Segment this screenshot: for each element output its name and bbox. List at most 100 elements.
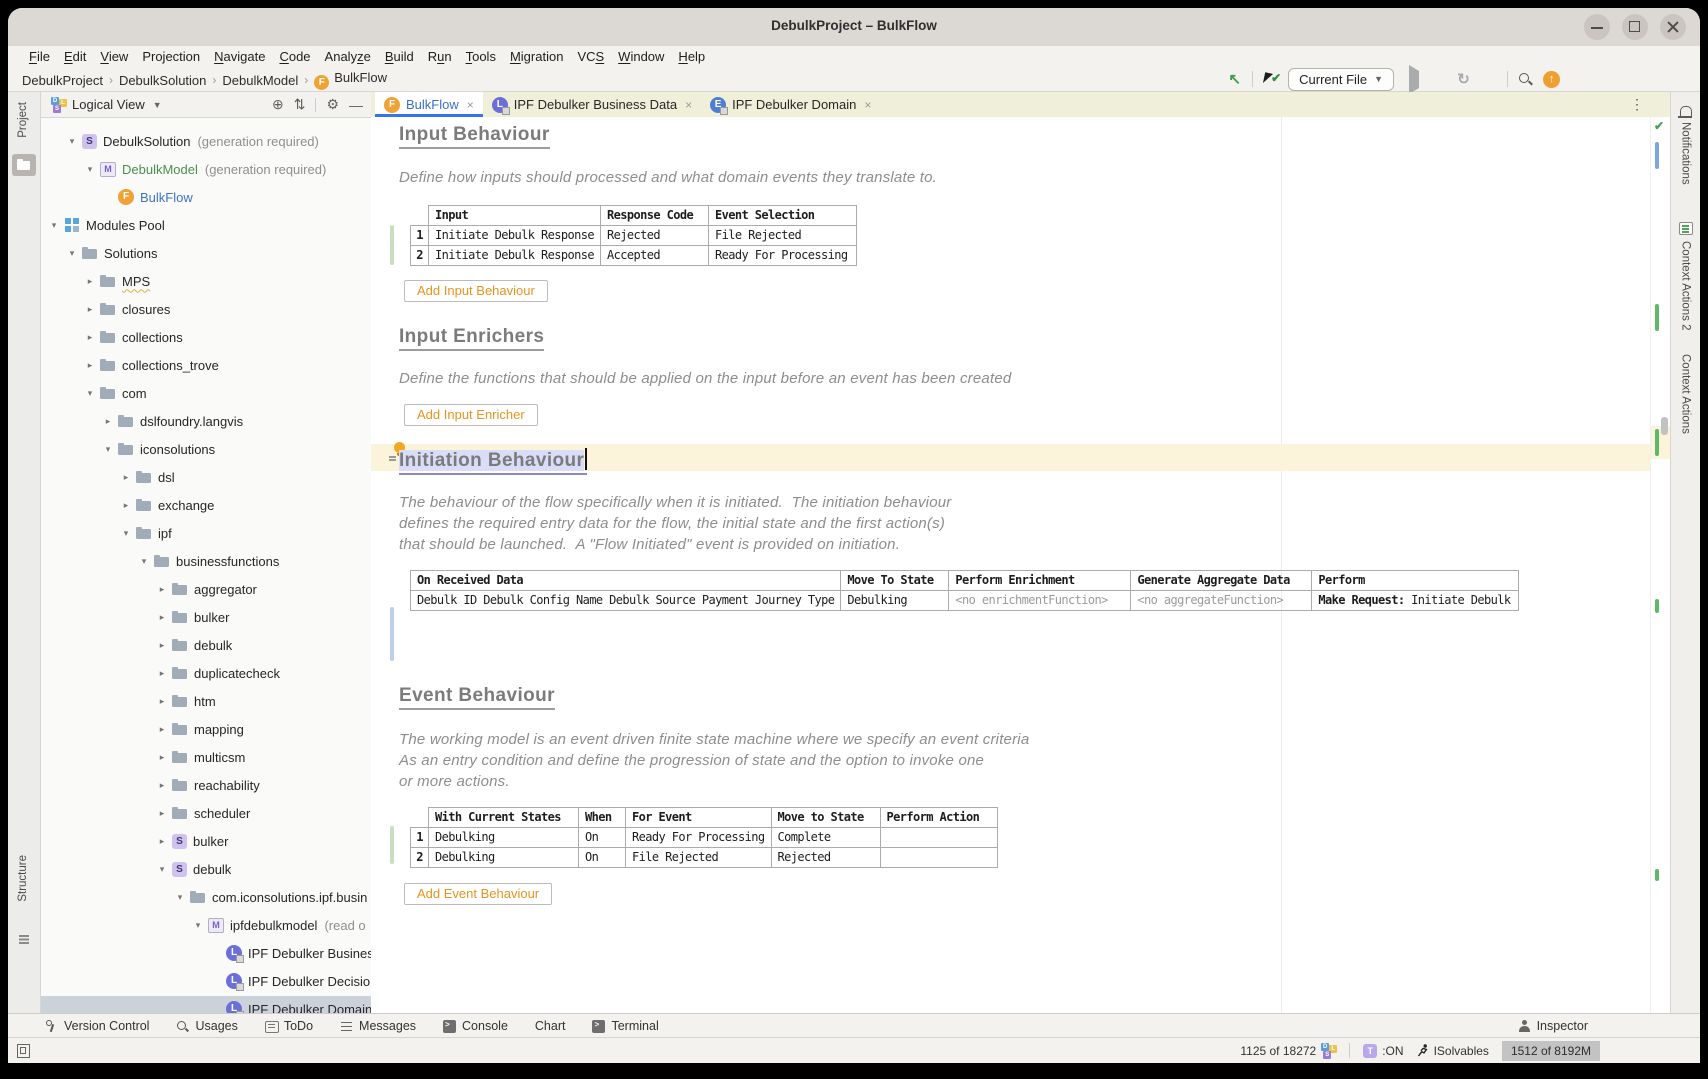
chevron-right-icon[interactable]: ▸ — [156, 836, 168, 847]
table-cell[interactable]: File Rejected — [626, 848, 772, 868]
view-selector[interactable]: Logical View — [72, 97, 145, 112]
menu-help[interactable]: Help — [671, 49, 712, 64]
tree-item-debulk[interactable]: ▾Sdebulk — [41, 856, 371, 882]
rerun-button[interactable]: ↻ — [1455, 71, 1472, 88]
locate-icon[interactable]: ⊕ — [272, 96, 284, 113]
toolwindow-todo[interactable]: ToDo — [265, 1019, 313, 1033]
cell-move-to-state[interactable]: Debulking — [841, 591, 949, 611]
chevron-down-icon[interactable]: ▾ — [84, 388, 96, 399]
editor-tab-ipf-debulker-business-data[interactable]: LIPF Debulker Business Data× — [483, 92, 701, 117]
menu-code[interactable]: Code — [272, 49, 317, 64]
tree-item-aggregator[interactable]: ▸aggregator — [41, 576, 371, 602]
chevron-down-icon[interactable]: ▾ — [174, 892, 186, 903]
menu-file[interactable]: File — [22, 49, 57, 64]
run-button[interactable] — [1403, 71, 1420, 88]
status-window-icon[interactable] — [17, 1044, 30, 1058]
tree-item-dsl[interactable]: ▸dsl — [41, 464, 371, 490]
project-tool-button[interactable] — [12, 154, 36, 176]
tree-item-closures[interactable]: ▸closures — [41, 296, 371, 322]
tree-item-ipf-debulker-domain[interactable]: LIPF Debulker Domain — [41, 996, 371, 1013]
table-cell[interactable]: Ready For Processing — [709, 246, 857, 266]
column-header-for-event[interactable]: For Event — [626, 808, 772, 828]
chevron-down-icon[interactable]: ▾ — [138, 556, 150, 567]
editor-tab-bulkflow[interactable]: FBulkFlow× — [375, 92, 483, 117]
editor-tab-ipf-debulker-domain[interactable]: EIPF Debulker Domain× — [701, 92, 880, 117]
column-header-perform-action[interactable]: Perform Action — [880, 808, 997, 828]
caret-position-widget[interactable]: 1125 of 18272 DLS — [1240, 1043, 1336, 1058]
tree-item-duplicatecheck[interactable]: ▸duplicatecheck — [41, 660, 371, 686]
tree-item-scheduler[interactable]: ▸scheduler — [41, 800, 371, 826]
menu-tools[interactable]: Tools — [459, 49, 503, 64]
tree-item-ipf[interactable]: ▾ipf — [41, 520, 371, 546]
chevron-down-icon[interactable]: ▾ — [84, 164, 96, 175]
close-button[interactable] — [1660, 14, 1686, 40]
editor-scrollbar[interactable]: ✔ — [1650, 117, 1670, 1013]
tree-item-debulksolution[interactable]: ▾SDebulkSolution(generation required) — [41, 128, 371, 154]
table-cell[interactable]: On — [579, 848, 626, 868]
kebab-menu-icon[interactable]: ⋮ — [1630, 96, 1644, 113]
cell-perform-enrichment[interactable]: <no enrichmentFunction> — [949, 591, 1131, 611]
collapse-all-icon[interactable]: ⇅ — [294, 96, 306, 113]
tab-close-icon[interactable]: × — [467, 98, 474, 112]
menu-run[interactable]: Run — [421, 49, 459, 64]
table-cell[interactable]: Initiate Debulk Response — [429, 246, 601, 266]
solvables-widget[interactable]: ISolvables — [1417, 1044, 1489, 1058]
tree-item-mps[interactable]: ▸MPS — [41, 268, 371, 294]
chevron-down-icon[interactable]: ▼ — [153, 100, 162, 110]
table-cell[interactable]: Rejected — [601, 226, 709, 246]
chevron-down-icon[interactable]: ▾ — [192, 920, 204, 931]
tree-item-ipf-debulker-decisions[interactable]: LIPF Debulker Decisions — [41, 968, 371, 994]
toolwindow-usages[interactable]: Usages — [176, 1019, 237, 1033]
column-header-perform-enrichment[interactable]: Perform Enrichment — [949, 571, 1131, 591]
tree-item-ipfdebulkmodel[interactable]: ▾Mipfdebulkmodel(read o — [41, 912, 371, 938]
tab-close-icon[interactable]: × — [685, 98, 692, 112]
chevron-down-icon[interactable]: ▾ — [66, 136, 78, 147]
menu-migration[interactable]: Migration — [503, 49, 570, 64]
tool-stripe-context-actions-2[interactable]: Context Actions 2 — [1671, 222, 1700, 331]
chevron-right-icon[interactable]: ▸ — [84, 360, 96, 371]
menu-window[interactable]: Window — [611, 49, 671, 64]
column-header-event-selection[interactable]: Event Selection — [709, 206, 857, 226]
column-header-response-code[interactable]: Response Code — [601, 206, 709, 226]
run-config-selector[interactable]: Current File ▼ — [1288, 68, 1394, 91]
table-cell[interactable]: Initiate Debulk Response — [429, 226, 601, 246]
add-event-behaviour-button[interactable]: Add Event Behaviour — [404, 883, 552, 905]
table-cell[interactable]: Ready For Processing — [626, 828, 772, 848]
chevron-right-icon[interactable]: ▸ — [120, 472, 132, 483]
chevron-right-icon[interactable]: ▸ — [156, 780, 168, 791]
tree-item-multicsm[interactable]: ▸multicsm — [41, 744, 371, 770]
menu-analyze[interactable]: Analyze — [318, 49, 378, 64]
memory-indicator[interactable]: 1512 of 8192M — [1502, 1041, 1600, 1061]
chevron-right-icon[interactable]: ▸ — [156, 808, 168, 819]
column-header-with-current-states[interactable]: With Current States — [429, 808, 579, 828]
search-icon[interactable] — [1517, 71, 1534, 88]
menu-navigate[interactable]: Navigate — [207, 49, 272, 64]
tree-item-bulker[interactable]: ▸Sbulker — [41, 828, 371, 854]
chevron-down-icon[interactable]: ▾ — [156, 864, 168, 875]
chevron-right-icon[interactable]: ▸ — [156, 724, 168, 735]
transform-toggle-widget[interactable]: T :ON — [1363, 1044, 1403, 1058]
menu-build[interactable]: Build — [378, 49, 421, 64]
toolwindow-console[interactable]: Console — [443, 1019, 508, 1033]
update-icon[interactable]: ↑ — [1543, 71, 1560, 88]
section-title-input-enrichers[interactable]: Input Enrichers — [399, 326, 544, 351]
table-cell[interactable]: Accepted — [601, 246, 709, 266]
tree-item-solutions[interactable]: ▾Solutions — [41, 240, 371, 266]
column-header-on-received-data[interactable]: On Received Data — [411, 571, 841, 591]
column-header-perform[interactable]: Perform — [1312, 571, 1519, 591]
cell-on-received-data[interactable]: Debulk ID Debulk Config Name Debulk Sour… — [411, 591, 841, 611]
chevron-right-icon[interactable]: ▸ — [156, 752, 168, 763]
tree-item-bulkflow[interactable]: FBulkFlow — [41, 184, 371, 210]
chevron-right-icon[interactable]: ▸ — [156, 668, 168, 679]
chevron-down-icon[interactable]: ▾ — [66, 248, 78, 259]
gear-icon[interactable]: ⚙ — [326, 96, 339, 113]
chevron-right-icon[interactable]: ▸ — [156, 696, 168, 707]
tree-item-mapping[interactable]: ▸mapping — [41, 716, 371, 742]
minimize-button[interactable] — [1584, 14, 1610, 40]
tool-stripe-notifications[interactable]: Notifications — [1671, 106, 1700, 185]
chevron-right-icon[interactable]: ▸ — [84, 304, 96, 315]
table-cell[interactable]: Complete — [771, 828, 880, 848]
menu-edit[interactable]: Edit — [57, 49, 93, 64]
table-cell[interactable] — [880, 848, 997, 868]
toolwindow-messages[interactable]: Messages — [340, 1019, 416, 1033]
